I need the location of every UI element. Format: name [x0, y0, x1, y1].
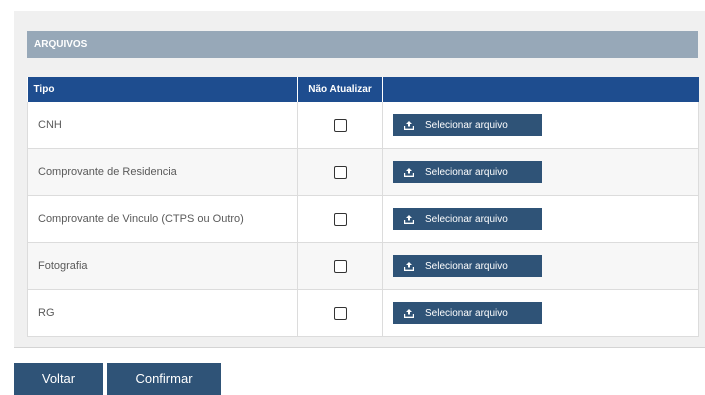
upload-icon [404, 308, 414, 318]
document-type: Fotografia [27, 242, 298, 290]
nao-atualizar-checkbox[interactable] [333, 259, 347, 273]
document-type: Comprovante de Vinculo (CTPS ou Outro) [27, 195, 298, 243]
table-row: Comprovante de Residencia Selecionar arq… [27, 148, 699, 196]
select-file-button[interactable]: Selecionar arquivo [393, 114, 542, 136]
nao-atualizar-checkbox[interactable] [333, 212, 347, 226]
files-table: Tipo Não Atualizar CNH Selecionar arquiv… [27, 77, 699, 337]
select-file-button[interactable]: Selecionar arquivo [393, 208, 542, 230]
table-row: Comprovante de Vinculo (CTPS ou Outro) S… [27, 195, 699, 243]
upload-icon [404, 261, 414, 271]
table-row: RG Selecionar arquivo [27, 289, 699, 337]
upload-icon [404, 120, 414, 130]
document-type: Comprovante de Residencia [27, 148, 298, 196]
voltar-button[interactable]: Voltar [14, 363, 103, 395]
column-header-action [382, 77, 699, 102]
nao-atualizar-checkbox[interactable] [333, 306, 347, 320]
select-file-button[interactable]: Selecionar arquivo [393, 161, 542, 183]
confirmar-button[interactable]: Confirmar [107, 363, 221, 395]
table-header-row: Tipo Não Atualizar [27, 77, 699, 102]
section-header: ARQUIVOS [27, 31, 698, 58]
select-file-button[interactable]: Selecionar arquivo [393, 302, 542, 324]
select-file-label: Selecionar arquivo [425, 260, 508, 272]
upload-icon [404, 214, 414, 224]
column-header-tipo: Tipo [27, 77, 298, 102]
document-type: RG [27, 289, 298, 337]
table-row: CNH Selecionar arquivo [27, 102, 699, 149]
nao-atualizar-checkbox[interactable] [333, 118, 347, 132]
table-row: Fotografia Selecionar arquivo [27, 242, 699, 290]
select-file-label: Selecionar arquivo [425, 307, 508, 319]
select-file-label: Selecionar arquivo [425, 119, 508, 131]
select-file-label: Selecionar arquivo [425, 166, 508, 178]
select-file-label: Selecionar arquivo [425, 213, 508, 225]
column-header-nao-atualizar: Não Atualizar [297, 77, 383, 102]
upload-icon [404, 167, 414, 177]
nao-atualizar-checkbox[interactable] [333, 165, 347, 179]
document-type: CNH [27, 102, 298, 149]
select-file-button[interactable]: Selecionar arquivo [393, 255, 542, 277]
